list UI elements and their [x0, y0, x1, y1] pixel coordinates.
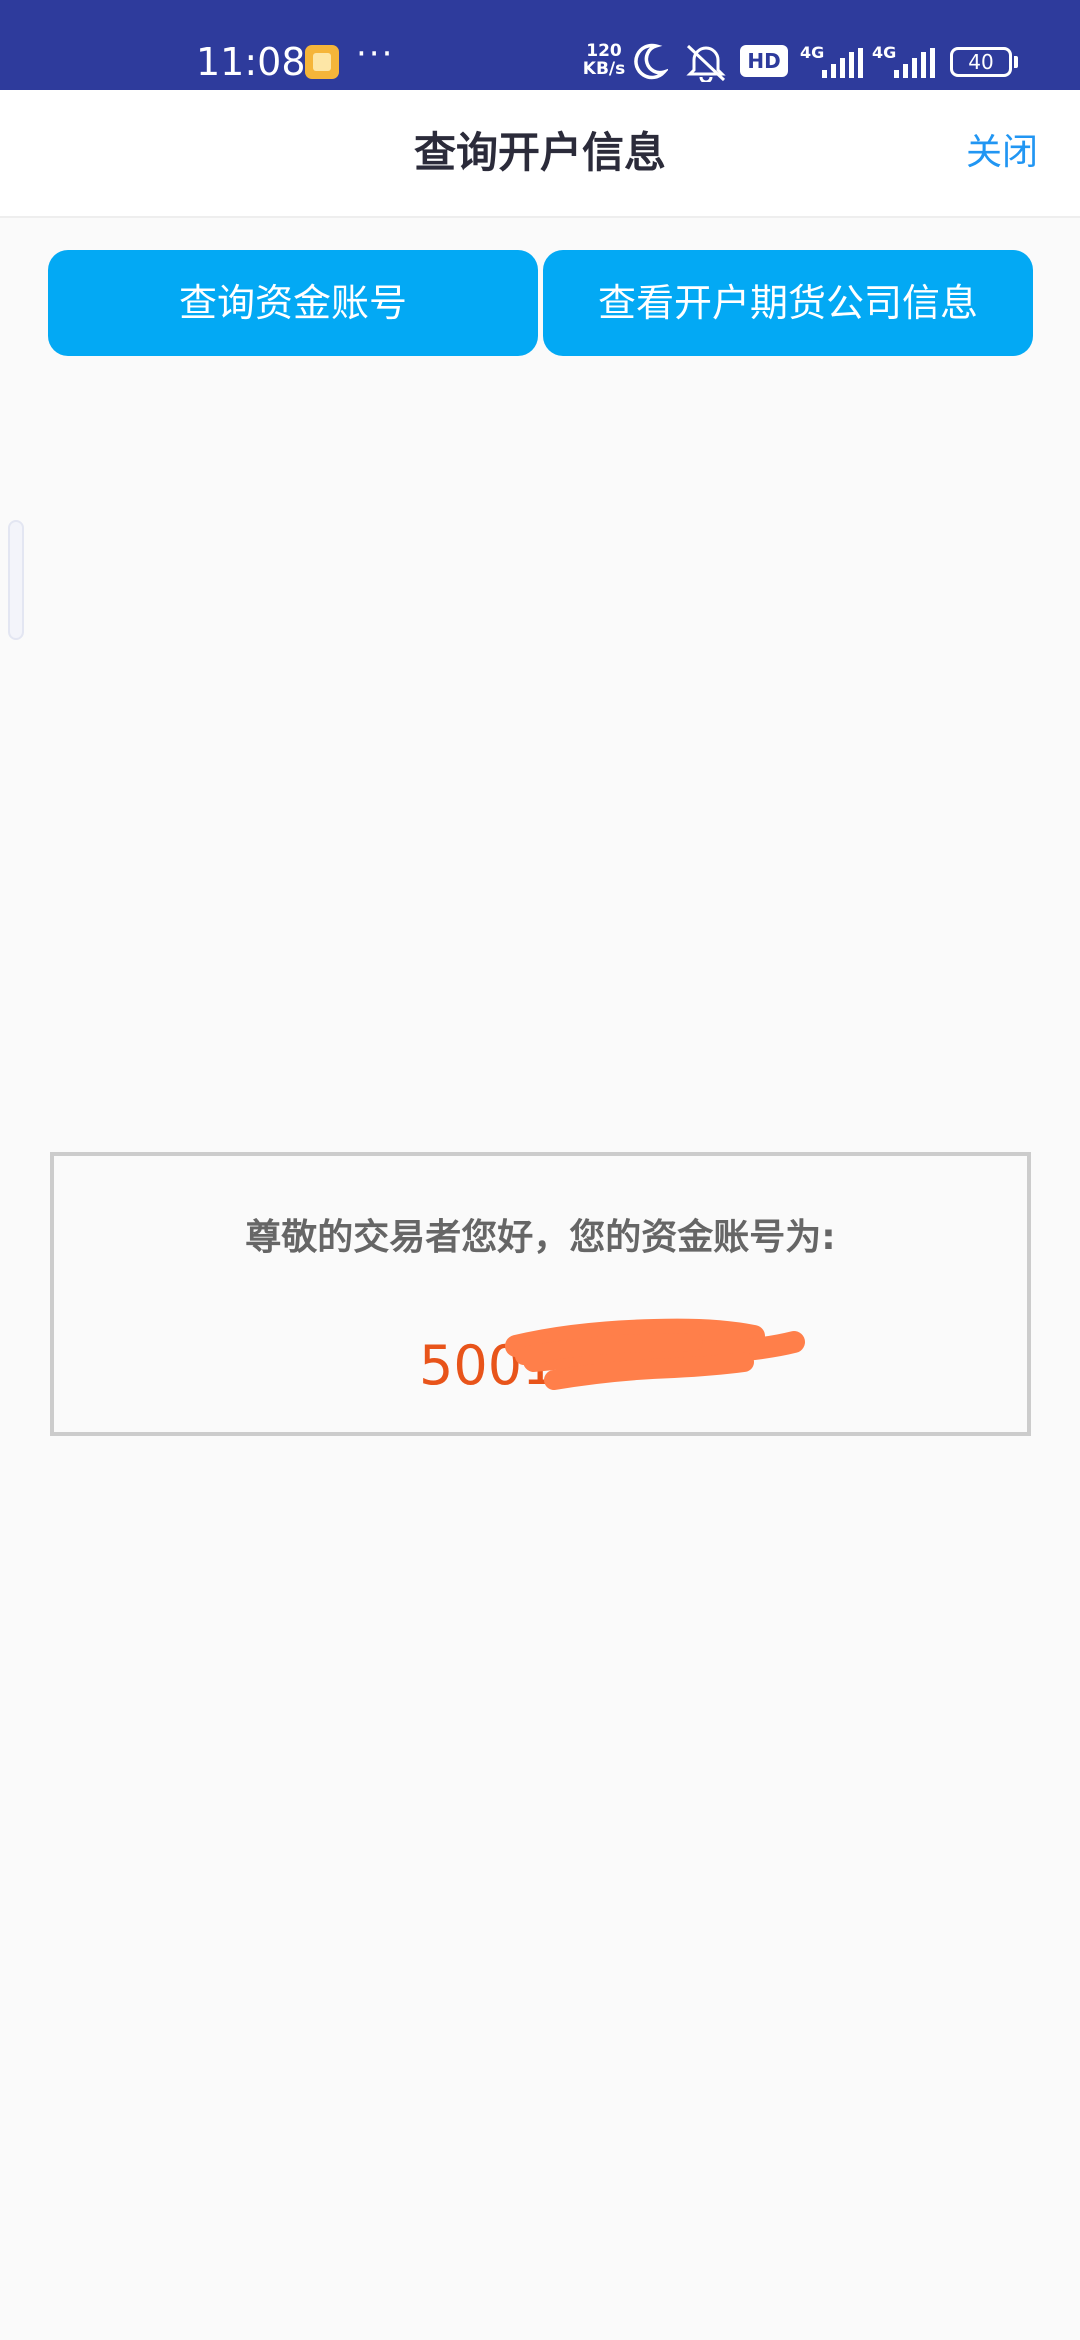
page-header: 查询开户信息 关闭 [0, 90, 1080, 218]
close-button[interactable]: 关闭 [966, 90, 1038, 216]
more-notifications-icon: ··· [356, 34, 395, 74]
battery-tip [1014, 56, 1018, 68]
mute-bell-icon [686, 44, 726, 82]
account-result-box: 尊敬的交易者您好，您的资金账号为: 5001 [50, 1152, 1031, 1436]
signal-bars-icon [822, 48, 863, 78]
status-time: 11:08 [196, 40, 306, 84]
signal-bars-icon [894, 48, 935, 78]
network-speed-unit: KB/s [582, 59, 626, 79]
redaction-scribble [505, 1318, 805, 1390]
notes-app-icon [305, 45, 339, 79]
moon-icon [634, 43, 668, 80]
network-speed-value: 120 [586, 41, 622, 61]
view-futures-company-button[interactable]: 查看开户期货公司信息 [543, 250, 1033, 356]
page-title: 查询开户信息 [413, 128, 666, 177]
side-scroll-handle[interactable] [8, 520, 24, 640]
battery-icon: 40 [950, 47, 1012, 77]
status-bar: 11:08 ··· 120 KB/s HD 4G 4G 40 [0, 0, 1080, 90]
query-fund-account-button[interactable]: 查询资金账号 [48, 250, 538, 356]
hd-voice-icon: HD [740, 45, 788, 77]
network-speed: 120 KB/s [580, 42, 628, 78]
